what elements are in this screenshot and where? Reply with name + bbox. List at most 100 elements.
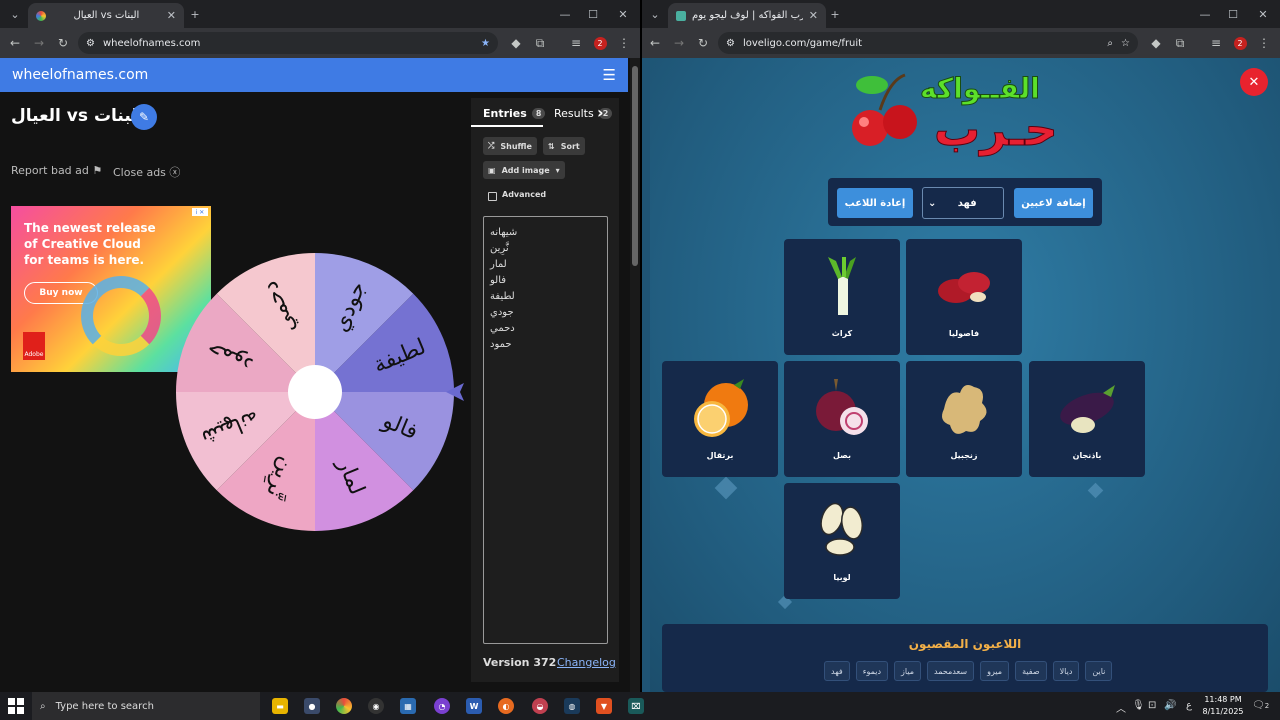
file-explorer-icon[interactable]: ▬ bbox=[272, 698, 288, 714]
terminal-icon[interactable]: ⌧ bbox=[628, 698, 644, 714]
taskbar-clock[interactable]: 11:48 PM 8/11/2025 bbox=[1200, 694, 1246, 718]
right-scrollbar[interactable] bbox=[642, 58, 650, 692]
card-white-beans[interactable]: لوبيا bbox=[784, 483, 900, 599]
app-icon[interactable]: ● bbox=[304, 698, 320, 714]
close-ads-link[interactable]: Close ads ⓧ bbox=[113, 164, 180, 180]
edit-title-button[interactable]: ✎ bbox=[131, 104, 157, 130]
hamburger-menu-icon[interactable]: ☰ bbox=[603, 66, 616, 84]
store-icon[interactable]: ▦ bbox=[400, 698, 416, 714]
chevron-right-icon[interactable]: › bbox=[597, 103, 604, 122]
tab-entries[interactable]: Entries 8 bbox=[483, 107, 546, 120]
minimize-icon[interactable]: — bbox=[1196, 6, 1214, 22]
advanced-checkbox[interactable] bbox=[488, 192, 497, 201]
chrome-icon[interactable] bbox=[336, 698, 352, 714]
card-orange[interactable]: برتقال bbox=[662, 361, 778, 477]
site-name[interactable]: wheelofnames.com bbox=[12, 67, 148, 83]
media-icon[interactable]: ≡ bbox=[568, 35, 584, 51]
back-icon[interactable]: ← bbox=[647, 35, 663, 51]
close-window-icon[interactable]: ✕ bbox=[1254, 6, 1272, 22]
reload-icon[interactable]: ↻ bbox=[695, 35, 711, 51]
spin-wheel[interactable]: جوديلطيفةفالولمارنَّرِينشيهانهحموددحمي bbox=[176, 252, 466, 532]
shuffle-button[interactable]: ⤮ Shuffle bbox=[483, 137, 537, 155]
chevron-down-icon: ⌄ bbox=[928, 197, 937, 209]
entry-item: لمار bbox=[490, 259, 507, 270]
card-onion[interactable]: بصل bbox=[784, 361, 900, 477]
puzzle-icon[interactable]: ⧉ bbox=[532, 35, 548, 51]
taskbar-search[interactable]: ⌕ Type here to search bbox=[32, 692, 260, 720]
left-tab-bar: ⌄ العيال vs البنات ✕ + — ☐ ✕ bbox=[0, 0, 640, 28]
puzzle-icon[interactable]: ⧉ bbox=[1172, 35, 1188, 51]
zoom-icon[interactable]: ⌕ bbox=[1107, 38, 1113, 49]
left-scrollbar-thumb[interactable] bbox=[632, 66, 638, 266]
language-indicator[interactable]: ع bbox=[1186, 700, 1192, 711]
card-ginger[interactable]: زنجبيل bbox=[906, 361, 1022, 477]
media-icon[interactable]: ≡ bbox=[1208, 35, 1224, 51]
volume-icon[interactable]: 🔊 bbox=[1164, 700, 1176, 711]
new-tab-icon[interactable]: + bbox=[186, 6, 204, 22]
address-bar[interactable]: ⚙ loveligo.com/game/fruit ⌕ ☆ bbox=[718, 32, 1138, 54]
card-eggplant[interactable]: باذنجان bbox=[1029, 361, 1145, 477]
microphone-icon[interactable]: 🎙 bbox=[1132, 700, 1145, 711]
new-tab-icon[interactable]: + bbox=[826, 6, 844, 22]
entries-count: 8 bbox=[531, 108, 546, 119]
entry-item: نَّرِين bbox=[490, 243, 509, 254]
card-label: لوبيا bbox=[833, 573, 851, 582]
minimize-icon[interactable]: — bbox=[556, 6, 574, 22]
firefox-icon[interactable]: ◐ bbox=[498, 698, 514, 714]
site-info-icon[interactable]: ⚙ bbox=[726, 38, 735, 49]
add-image-button[interactable]: ▣ Add image ▾ bbox=[483, 161, 565, 179]
bookmark-star-icon[interactable]: ☆ bbox=[1121, 38, 1130, 49]
tab-search-icon[interactable]: ⌄ bbox=[646, 6, 664, 22]
profile-icon[interactable]: 2 bbox=[1232, 35, 1248, 51]
site-info-icon[interactable]: ⚙ bbox=[86, 38, 95, 49]
steam-icon[interactable]: ◍ bbox=[564, 698, 580, 714]
close-tab-icon[interactable]: ✕ bbox=[167, 9, 176, 22]
extension-icon[interactable]: ◆ bbox=[508, 35, 524, 51]
profile-icon[interactable]: 2 bbox=[592, 35, 608, 51]
tab-search-icon[interactable]: ⌄ bbox=[6, 6, 24, 22]
eliminated-players-panel: اللاعبون المقصيون ناين ديالا صفية ميرو س… bbox=[662, 624, 1268, 692]
maximize-icon[interactable]: ☐ bbox=[584, 6, 602, 22]
chrome-menu-icon[interactable]: ⋮ bbox=[1256, 35, 1272, 51]
close-window-icon[interactable]: ✕ bbox=[614, 6, 632, 22]
address-bar[interactable]: ⚙ wheelofnames.com ★ bbox=[78, 32, 498, 54]
notifications-icon[interactable]: 🗨2 bbox=[1252, 700, 1269, 711]
left-tab[interactable]: العيال vs البنات ✕ bbox=[28, 3, 184, 28]
network-icon[interactable]: ⊡ bbox=[1148, 700, 1156, 711]
player-select[interactable]: ⌄ فهد bbox=[922, 187, 1004, 219]
adchoices-icon[interactable]: i ✕ bbox=[192, 208, 208, 216]
obs-icon[interactable]: ◉ bbox=[368, 698, 384, 714]
player-chip: سعدمحمد bbox=[927, 661, 975, 681]
forward-icon[interactable]: → bbox=[671, 35, 687, 51]
windows-start-icon[interactable] bbox=[8, 698, 24, 714]
card-red-beans[interactable]: فاصوليا bbox=[906, 239, 1022, 355]
bookmark-star-icon[interactable]: ★ bbox=[481, 38, 490, 49]
reset-player-button[interactable]: إعادة اللاعب bbox=[837, 188, 913, 218]
version-label: Version 372 bbox=[483, 656, 557, 669]
maximize-icon[interactable]: ☐ bbox=[1224, 6, 1242, 22]
changelog-link[interactable]: Changelog bbox=[557, 656, 616, 669]
close-tab-icon[interactable]: ✕ bbox=[809, 9, 818, 22]
entries-textarea[interactable]: شيهانه نَّرِين لمار فالو لطيفة جودي دحمي… bbox=[483, 216, 608, 644]
extension-icon[interactable]: ◆ bbox=[1148, 35, 1164, 51]
back-icon[interactable]: ← bbox=[7, 35, 23, 51]
chrome-menu-icon[interactable]: ⋮ bbox=[616, 35, 632, 51]
chat-app-icon[interactable]: ◔ bbox=[434, 698, 450, 714]
forward-icon[interactable]: → bbox=[31, 35, 47, 51]
reload-icon[interactable]: ↻ bbox=[55, 35, 71, 51]
wheel-center[interactable] bbox=[288, 365, 342, 419]
right-tab[interactable]: لعبة حرب الفواكه | لوف ليجو يوم... ✕ bbox=[668, 3, 826, 28]
right-tab-bar: ⌄ لعبة حرب الفواكه | لوف ليجو يوم... ✕ +… bbox=[642, 0, 1280, 28]
close-game-button[interactable]: ✕ bbox=[1240, 68, 1268, 96]
sort-button[interactable]: ⇅ Sort bbox=[543, 137, 585, 155]
card-leek[interactable]: كراث bbox=[784, 239, 900, 355]
app-icon-2[interactable]: ◒ bbox=[532, 698, 548, 714]
report-ad-link[interactable]: Report bad ad ⚑ bbox=[11, 164, 102, 177]
word-icon[interactable]: W bbox=[466, 698, 482, 714]
tray-chevron-icon[interactable]: ︿ bbox=[1116, 700, 1126, 715]
add-players-button[interactable]: إضافة لاعبين bbox=[1014, 188, 1093, 218]
left-scrollbar[interactable] bbox=[630, 58, 640, 692]
close-ads-label: Close ads bbox=[113, 166, 166, 179]
brave-icon[interactable]: ▼ bbox=[596, 698, 612, 714]
entry-item: لطيفة bbox=[490, 291, 515, 302]
